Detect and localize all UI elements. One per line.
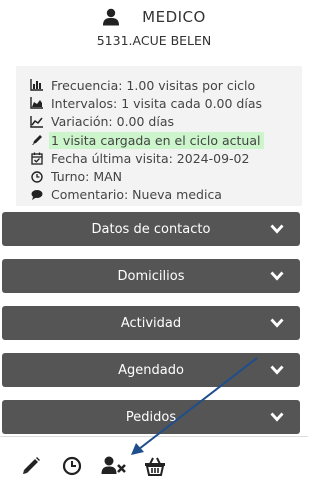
info-variacion: Variación: 0.00 días [16, 113, 302, 131]
intervalos-text: Intervalos: 1 visita cada 0.00 días [51, 95, 263, 111]
bar-chart-icon [30, 79, 43, 92]
info-visita-cargada: 1 visita cargada en el ciclo actual [16, 131, 302, 149]
chevron-down-icon [270, 365, 284, 375]
section-domicilios[interactable]: Domicilios [2, 259, 300, 293]
clock-icon [30, 170, 43, 183]
basket-icon[interactable] [144, 455, 166, 477]
chevron-down-icon [270, 412, 284, 422]
chevron-down-icon [270, 224, 284, 234]
user-icon [103, 8, 120, 26]
variacion-text: Variación: 0.00 días [51, 114, 174, 130]
clock-icon[interactable] [61, 455, 83, 477]
page-title: MEDICO [142, 8, 206, 26]
info-fecha-ultima: Fecha última visita: 2024-09-02 [16, 149, 302, 167]
chevron-down-icon [270, 318, 284, 328]
section-pedidos-label: Pedidos [125, 409, 177, 425]
user-remove-icon[interactable] [101, 455, 127, 477]
section-actividad-label: Actividad [120, 315, 182, 331]
visita-cargada-text: 1 visita cargada en el ciclo actual [49, 131, 265, 149]
info-panel: Frecuencia: 1.00 visitas por ciclo Inter… [16, 66, 302, 206]
client-code: 5131.ACUE BELEN [96, 33, 212, 48]
area-chart-icon [30, 97, 43, 110]
section-pedidos[interactable]: Pedidos [2, 400, 300, 434]
pencil-icon [30, 134, 43, 147]
calendar-check-icon [30, 152, 43, 165]
title-row: MEDICO [0, 6, 308, 28]
comentario-text: Comentario: Nueva medica [51, 187, 222, 203]
section-actividad[interactable]: Actividad [2, 306, 300, 340]
line-chart-icon [30, 115, 43, 128]
info-intervalos: Intervalos: 1 visita cada 0.00 días [16, 94, 302, 112]
bottom-toolbar [0, 436, 308, 491]
info-frecuencia: Frecuencia: 1.00 visitas por ciclo [16, 76, 302, 94]
section-datos-contacto[interactable]: Datos de contacto [2, 212, 300, 246]
header: MEDICO 5131.ACUE BELEN [0, 0, 308, 58]
section-agendado[interactable]: Agendado [2, 353, 300, 387]
chevron-down-icon [270, 271, 284, 281]
info-comentario: Comentario: Nueva medica [16, 186, 302, 204]
frecuencia-text: Frecuencia: 1.00 visitas por ciclo [51, 77, 256, 93]
pencil-icon[interactable] [20, 455, 42, 477]
comment-icon [30, 188, 43, 201]
turno-text: Turno: MAN [51, 169, 123, 185]
fecha-ultima-text: Fecha última visita: 2024-09-02 [51, 150, 250, 166]
section-domicilios-label: Domicilios [117, 268, 185, 284]
info-turno: Turno: MAN [16, 167, 302, 185]
section-datos-contacto-label: Datos de contacto [91, 221, 211, 237]
section-agendado-label: Agendado [118, 362, 184, 378]
